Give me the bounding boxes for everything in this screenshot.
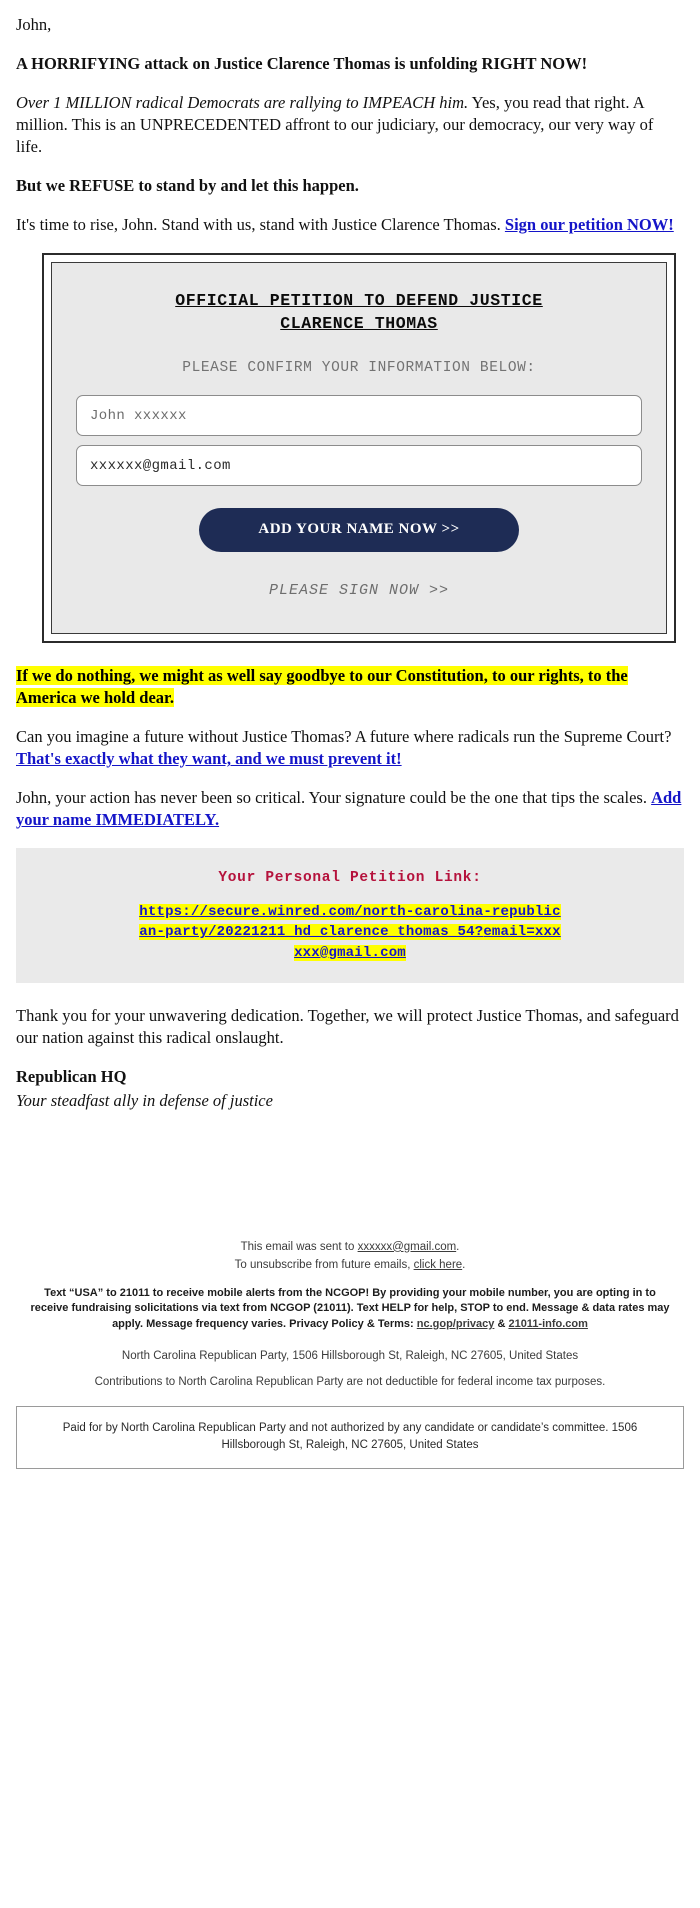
critical-paragraph: John, your action has never been so crit… bbox=[16, 787, 682, 831]
highlight-warning: If we do nothing, we might as well say g… bbox=[16, 665, 682, 709]
email-input[interactable] bbox=[76, 445, 642, 487]
footer-unsub-prefix: To unsubscribe from future emails, bbox=[234, 1258, 414, 1271]
footer-address: North Carolina Republican Party, 1506 Hi… bbox=[121, 1349, 579, 1362]
signature-tagline: Your steadfast ally in defense of justic… bbox=[16, 1090, 273, 1110]
cta-wrapper: ADD YOUR NAME NOW >> bbox=[76, 508, 642, 553]
footer-recipient-email[interactable]: xxxxxx@gmail.com bbox=[358, 1241, 457, 1253]
lede-paragraph: Over 1 MILLION radical Democrats are ral… bbox=[16, 92, 682, 158]
email-page: John, A HORRIFYING attack on Justice Cla… bbox=[0, 0, 700, 1469]
footer-unsubscribe: To unsubscribe from future emails, click… bbox=[22, 1259, 678, 1271]
rise-paragraph: It's time to rise, John. Stand with us, … bbox=[16, 214, 682, 236]
greeting: John, bbox=[16, 15, 52, 34]
unsubscribe-link[interactable]: click here bbox=[414, 1259, 463, 1271]
rise-text: It's time to rise, John. Stand with us, … bbox=[16, 214, 505, 234]
footer-spacer bbox=[0, 1129, 700, 1241]
petition-title-line1: OFFICIAL PETITION TO DEFEND JUSTICE bbox=[175, 290, 543, 310]
personal-petition-url[interactable]: https://secure.winred.com/north-carolina… bbox=[135, 902, 565, 963]
petition-title: OFFICIAL PETITION TO DEFEND JUSTICE CLARE… bbox=[76, 289, 642, 337]
sms-terms-link[interactable]: 21011-info.com bbox=[508, 1318, 587, 1330]
headline: A HORRIFYING attack on Justice Clarence … bbox=[16, 53, 588, 73]
email-closing: Thank you for your unwavering dedication… bbox=[0, 1005, 700, 1112]
highlight-warning-text: If we do nothing, we might as well say g… bbox=[16, 666, 628, 708]
footer-sms-amp: & bbox=[494, 1317, 509, 1330]
email-footer: This email was sent to xxxxxx@gmail.com.… bbox=[0, 1241, 700, 1388]
footer-unsub-suffix: . bbox=[462, 1258, 466, 1271]
signature-name: Republican HQ bbox=[16, 1066, 127, 1086]
closing-paragraph: Thank you for your unwavering dedication… bbox=[16, 1005, 679, 1047]
imagine-text: Can you imagine a future without Justice… bbox=[16, 727, 672, 747]
footer-sent-prefix: This email was sent to bbox=[240, 1240, 358, 1253]
petition-footer-note: PLEASE SIGN NOW >> bbox=[268, 582, 450, 600]
petition-title-line2: CLARENCE THOMAS bbox=[280, 314, 438, 334]
petition-box: OFFICIAL PETITION TO DEFEND JUSTICE CLARE… bbox=[42, 252, 676, 644]
petition-panel: OFFICIAL PETITION TO DEFEND JUSTICE CLARE… bbox=[51, 261, 667, 635]
footer-contributions-note: Contributions to North Carolina Republic… bbox=[94, 1375, 606, 1388]
refuse-line: But we REFUSE to stand by and let this h… bbox=[16, 175, 359, 195]
sign-petition-link[interactable]: Sign our petition NOW! bbox=[505, 215, 674, 234]
personal-link-heading: Your Personal Petition Link: bbox=[218, 870, 482, 887]
privacy-policy-link[interactable]: nc.gop/privacy bbox=[417, 1318, 495, 1330]
petition-subtitle: PLEASE CONFIRM YOUR INFORMATION BELOW: bbox=[182, 360, 536, 377]
personal-link-block: Your Personal Petition Link: https://sec… bbox=[16, 848, 684, 983]
imagine-link[interactable]: That's exactly what they want, and we mu… bbox=[16, 749, 402, 768]
footer-sms-disclosure: Text “USA” to 21011 to receive mobile al… bbox=[22, 1286, 678, 1333]
lede-italic: Over 1 MILLION radical Democrats are ral… bbox=[16, 92, 469, 112]
imagine-paragraph: Can you imagine a future without Justice… bbox=[16, 726, 682, 770]
email-body-lower: If we do nothing, we might as well say g… bbox=[0, 665, 700, 831]
footer-sent-to: This email was sent to xxxxxx@gmail.com. bbox=[22, 1241, 678, 1253]
email-body: John, A HORRIFYING attack on Justice Cla… bbox=[0, 0, 700, 236]
name-input[interactable] bbox=[76, 395, 642, 437]
critical-text: John, your action has never been so crit… bbox=[16, 788, 652, 808]
personal-url-line2: party/20221211_hd_clarence_thomas_54? bbox=[165, 924, 484, 941]
footer-sent-suffix: . bbox=[456, 1240, 460, 1253]
paid-for-disclaimer: Paid for by North Carolina Republican Pa… bbox=[16, 1405, 684, 1469]
add-your-name-button[interactable]: ADD YOUR NAME NOW >> bbox=[199, 508, 519, 553]
